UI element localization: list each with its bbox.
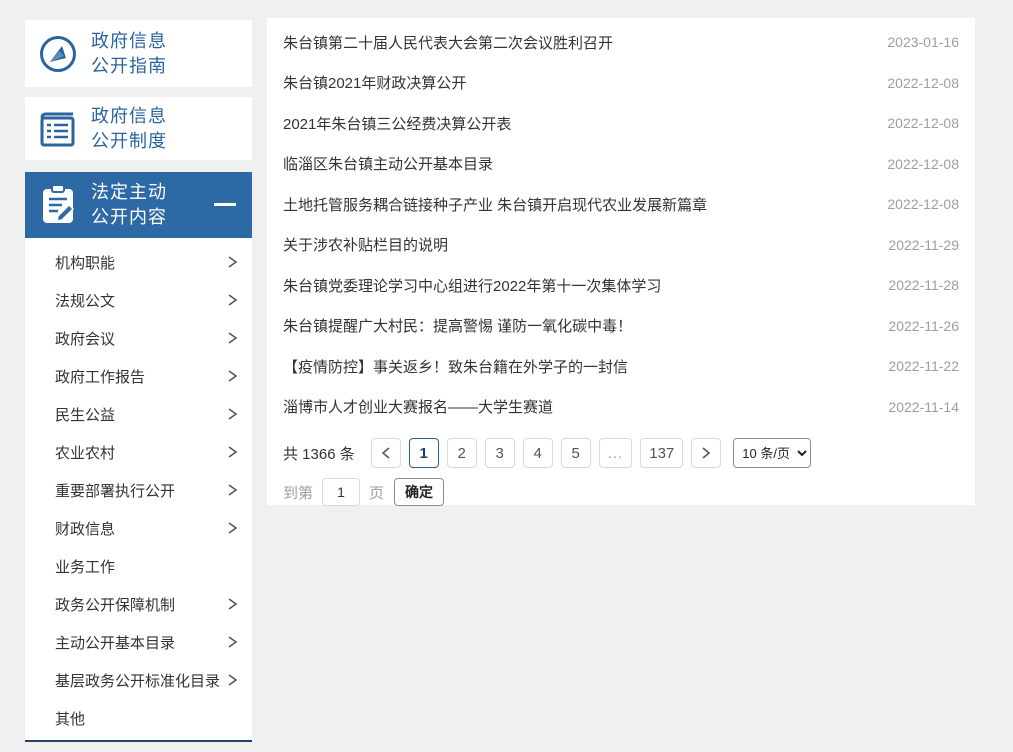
article-date: 2022-11-29	[888, 237, 959, 253]
sidebar-item-system-label: 政府信息 公开制度	[91, 104, 167, 154]
chevron-right-icon	[227, 370, 238, 382]
article-date: 2022-11-14	[888, 399, 959, 415]
chevron-right-icon	[227, 636, 238, 648]
article-list-panel: 朱台镇第二十届人民代表大会第二次会议胜利召开 2023-01-16 朱台镇202…	[267, 18, 975, 505]
page-button-137[interactable]: 137	[640, 438, 683, 468]
page-button-2[interactable]: 2	[447, 438, 477, 468]
article-row[interactable]: 朱台镇第二十届人民代表大会第二次会议胜利召开 2023-01-16	[283, 22, 959, 63]
sidebar-item-key-deployments[interactable]: 重要部署执行公开	[25, 471, 252, 509]
minus-icon[interactable]	[214, 203, 236, 206]
article-date: 2022-12-08	[887, 156, 959, 172]
ledger-icon	[25, 109, 91, 149]
jump-page-input[interactable]	[322, 478, 360, 506]
chevron-right-icon	[227, 484, 238, 496]
sidebar-item-statutory-disclosure[interactable]: 法定主动 公开内容	[25, 172, 252, 238]
article-date: 2023-01-16	[887, 34, 959, 50]
sidebar-item-guide[interactable]: 政府信息 公开指南	[25, 20, 252, 87]
clipboard-pencil-icon	[25, 183, 91, 227]
sidebar-submenu: 机构职能 法规公文 政府会议 政府工作报告 民生公益 农业农村	[25, 238, 252, 742]
article-title[interactable]: 淄博市人才创业大赛报名——大学生赛道	[283, 396, 876, 417]
jump-suffix-label: 页	[369, 482, 384, 503]
sidebar-item-statutory-label: 法定主动 公开内容	[91, 180, 167, 230]
sidebar-item-other[interactable]: 其他	[25, 699, 252, 737]
article-date: 2022-11-28	[888, 277, 959, 293]
confirm-button[interactable]: 确定	[394, 478, 444, 506]
next-page-button[interactable]	[691, 438, 721, 468]
page-button-3[interactable]: 3	[485, 438, 515, 468]
article-date: 2022-12-08	[887, 115, 959, 131]
page-jump: 到第 页 确定	[283, 478, 959, 506]
sidebar-item-fiscal-info[interactable]: 财政信息	[25, 509, 252, 547]
total-count-label: 共 1366 条	[283, 443, 355, 464]
page-button-4[interactable]: 4	[523, 438, 553, 468]
article-row[interactable]: 朱台镇提醒广大村民：提高警惕 谨防一氧化碳中毒！ 2022-11-26	[283, 306, 959, 347]
article-title[interactable]: 土地托管服务耦合链接种子产业 朱台镇开启现代农业发展新篇章	[283, 194, 875, 215]
sidebar-item-business-work[interactable]: 业务工作	[25, 547, 252, 585]
article-title[interactable]: 关于涉农补贴栏目的说明	[283, 234, 876, 255]
compass-icon	[25, 33, 91, 75]
chevron-right-icon	[227, 674, 238, 686]
article-title[interactable]: 2021年朱台镇三公经费决算公开表	[283, 113, 875, 134]
article-row[interactable]: 【疫情防控】事关返乡！致朱台籍在外学子的一封信 2022-11-22	[283, 346, 959, 387]
sidebar-item-guide-label: 政府信息 公开指南	[91, 29, 167, 79]
article-row[interactable]: 淄博市人才创业大赛报名——大学生赛道 2022-11-14	[283, 387, 959, 428]
jump-prefix-label: 到第	[283, 482, 313, 503]
article-date: 2022-11-22	[888, 358, 959, 374]
chevron-right-icon	[227, 256, 238, 268]
sidebar-item-agriculture[interactable]: 农业农村	[25, 433, 252, 471]
chevron-right-icon	[227, 598, 238, 610]
article-row[interactable]: 2021年朱台镇三公经费决算公开表 2022-12-08	[283, 103, 959, 144]
chevron-right-icon	[227, 522, 238, 534]
article-row[interactable]: 朱台镇2021年财政决算公开 2022-12-08	[283, 63, 959, 104]
page: 政府信息 公开指南 政府信息 公开制度	[0, 0, 1013, 752]
article-row[interactable]: 临淄区朱台镇主动公开基本目录 2022-12-08	[283, 144, 959, 185]
article-title[interactable]: 【疫情防控】事关返乡！致朱台籍在外学子的一封信	[283, 356, 876, 377]
sidebar-item-org-functions[interactable]: 机构职能	[25, 243, 252, 281]
chevron-right-icon	[227, 408, 238, 420]
article-title[interactable]: 朱台镇第二十届人民代表大会第二次会议胜利召开	[283, 32, 875, 53]
page-button-1[interactable]: 1	[409, 438, 439, 468]
sidebar-item-grassroots-catalog[interactable]: 基层政务公开标准化目录	[25, 661, 252, 699]
article-title[interactable]: 朱台镇提醒广大村民：提高警惕 谨防一氧化碳中毒！	[283, 315, 876, 336]
sidebar-item-work-report[interactable]: 政府工作报告	[25, 357, 252, 395]
article-title[interactable]: 临淄区朱台镇主动公开基本目录	[283, 153, 875, 174]
article-date: 2022-11-26	[888, 318, 959, 334]
prev-page-button[interactable]	[371, 438, 401, 468]
article-date: 2022-12-08	[887, 75, 959, 91]
sidebar-item-regulations[interactable]: 法规公文	[25, 281, 252, 319]
article-date: 2022-12-08	[887, 196, 959, 212]
page-ellipsis[interactable]: ...	[599, 438, 633, 468]
sidebar-item-system[interactable]: 政府信息 公开制度	[25, 97, 252, 160]
chevron-right-icon	[701, 447, 711, 459]
sidebar-item-openness-guarantee[interactable]: 政务公开保障机制	[25, 585, 252, 623]
article-title[interactable]: 朱台镇党委理论学习中心组进行2022年第十一次集体学习	[283, 275, 876, 296]
sidebar-item-livelihood[interactable]: 民生公益	[25, 395, 252, 433]
article-row[interactable]: 朱台镇党委理论学习中心组进行2022年第十一次集体学习 2022-11-28	[283, 265, 959, 306]
article-title[interactable]: 朱台镇2021年财政决算公开	[283, 72, 875, 93]
article-row[interactable]: 土地托管服务耦合链接种子产业 朱台镇开启现代农业发展新篇章 2022-12-08	[283, 184, 959, 225]
page-size-select[interactable]: 10 条/页	[733, 438, 811, 468]
sidebar-item-basic-catalog[interactable]: 主动公开基本目录	[25, 623, 252, 661]
page-button-5[interactable]: 5	[561, 438, 591, 468]
chevron-right-icon	[227, 446, 238, 458]
sidebar-item-gov-meetings[interactable]: 政府会议	[25, 319, 252, 357]
article-row[interactable]: 关于涉农补贴栏目的说明 2022-11-29	[283, 225, 959, 266]
chevron-left-icon	[381, 447, 391, 459]
chevron-right-icon	[227, 332, 238, 344]
pagination: 共 1366 条 1 2 3 4 5 ... 137 10 条/页	[283, 438, 959, 468]
chevron-right-icon	[227, 294, 238, 306]
